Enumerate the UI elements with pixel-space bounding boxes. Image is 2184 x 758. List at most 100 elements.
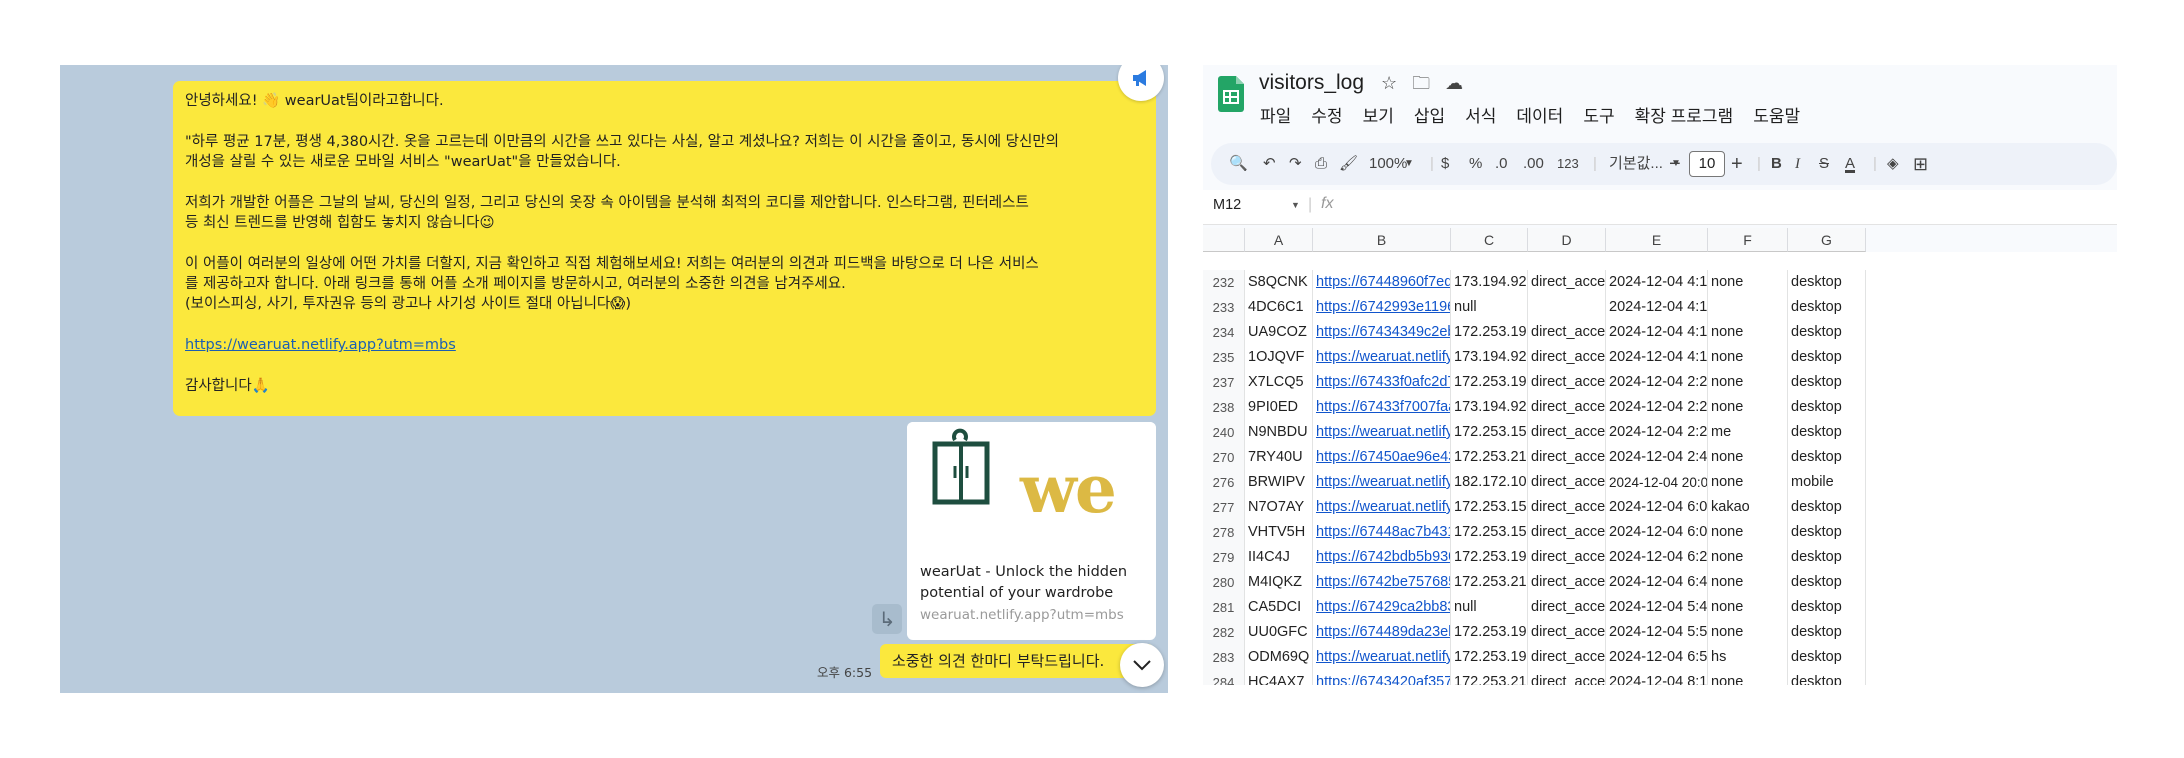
table-cell[interactable]: 2024-12-04 2:25:50 (1606, 420, 1708, 445)
table-cell[interactable]: 2024-12-04 6:04:01 (1606, 495, 1708, 520)
table-cell[interactable]: 172.253.15.227 (1451, 420, 1528, 445)
table-cell[interactable]: X7LCQ5 (1245, 370, 1313, 395)
table-cell[interactable]: 2024-12-04 4:17:30 (1606, 345, 1708, 370)
cell-link[interactable]: https://67448960f7ed4e0008a (1316, 274, 1450, 290)
borders-icon[interactable]: ⊞ (1913, 143, 1928, 185)
row-number[interactable]: 276 (1203, 470, 1245, 495)
menu-item[interactable]: 보기 (1363, 107, 1394, 126)
table-cell[interactable]: direct_access (1528, 545, 1606, 570)
table-cell[interactable]: 2024-12-04 6:27:11 (1606, 545, 1708, 570)
table-cell[interactable]: https://wearuat.netlify.app/?ut (1313, 645, 1451, 670)
column-header[interactable]: A (1245, 228, 1313, 252)
table-cell[interactable]: none (1708, 270, 1788, 295)
table-cell[interactable]: 9PI0ED (1245, 395, 1313, 420)
table-cell[interactable]: https://67433f7007faae00082 (1313, 395, 1451, 420)
table-cell[interactable]: ODM69Q (1245, 645, 1313, 670)
table-cell[interactable]: 4DC6C1 (1245, 295, 1313, 320)
table-cell[interactable]: 172.253.192.253 (1451, 645, 1528, 670)
table-cell[interactable]: 2024-12-04 5:43:22 (1606, 595, 1708, 620)
table-cell[interactable]: direct_access (1528, 395, 1606, 420)
table-cell[interactable]: https://wearuat.netlify.app/?ut (1313, 420, 1451, 445)
document-title[interactable]: visitors_log (1259, 71, 1364, 95)
table-cell[interactable]: direct_access (1528, 345, 1606, 370)
column-header[interactable]: F (1708, 228, 1788, 252)
table-cell[interactable]: direct_access (1528, 620, 1606, 645)
column-header[interactable]: C (1451, 228, 1528, 252)
table-cell[interactable]: direct_access (1528, 270, 1606, 295)
star-icon[interactable]: ☆ (1381, 73, 1397, 93)
table-cell[interactable]: II4C4J (1245, 545, 1313, 570)
table-cell[interactable]: desktop (1788, 545, 1866, 570)
table-cell[interactable]: BRWIPV (1245, 470, 1313, 495)
row-number[interactable]: 278 (1203, 520, 1245, 545)
print-icon[interactable]: ⎙ (1315, 143, 1327, 185)
table-cell[interactable]: UA9COZ (1245, 320, 1313, 345)
table-cell[interactable]: none (1708, 395, 1788, 420)
table-cell[interactable]: 2024-12-04 6:41:47 (1606, 570, 1708, 595)
undo-icon[interactable]: ↶ (1263, 143, 1276, 185)
table-cell[interactable]: desktop (1788, 595, 1866, 620)
cell-link[interactable]: https://wearuat.netlify.app/?ref (1316, 349, 1450, 365)
table-cell[interactable]: none (1708, 520, 1788, 545)
menu-item[interactable]: 파일 (1260, 107, 1291, 126)
table-cell[interactable]: direct_access (1528, 520, 1606, 545)
row-number[interactable]: 284 (1203, 670, 1245, 685)
table-cell[interactable]: desktop (1788, 270, 1866, 295)
search-icon[interactable]: 🔍 (1229, 143, 1248, 185)
column-header[interactable]: G (1788, 228, 1866, 252)
table-cell[interactable]: https://wearuat.netlify.app/?ut (1313, 495, 1451, 520)
table-cell[interactable]: 2024-12-04 20:01:13 (1606, 470, 1708, 495)
redo-icon[interactable]: ↷ (1289, 143, 1302, 185)
table-cell[interactable]: https://67433f0afc2d710008b (1313, 370, 1451, 395)
italic-button[interactable]: I (1795, 143, 1800, 185)
table-cell[interactable]: 2024-12-04 6:04:32 (1606, 520, 1708, 545)
font-select[interactable]: 기본값... (1609, 143, 1663, 185)
cell-link[interactable]: https://wearuat.netlify.app/?ut (1316, 499, 1450, 515)
table-cell[interactable]: 7RY40U (1245, 445, 1313, 470)
table-cell[interactable]: https://67448960f7ed4e0008a (1313, 270, 1451, 295)
corner-header[interactable] (1203, 228, 1245, 252)
row-number[interactable]: 277 (1203, 495, 1245, 520)
table-cell[interactable]: 172.253.192.124 (1451, 370, 1528, 395)
table-cell[interactable]: UU0GFC (1245, 620, 1313, 645)
table-cell[interactable]: 1OJQVF (1245, 345, 1313, 370)
table-cell[interactable]: 2024-12-04 8:18:48 (1606, 670, 1708, 685)
table-cell[interactable]: direct_access (1528, 470, 1606, 495)
decrease-decimal-button[interactable]: .0 (1495, 143, 1508, 185)
cell-link[interactable]: https://6742993e11969400088 (1316, 299, 1450, 315)
paint-format-icon[interactable]: 🖌 (1339, 143, 1358, 185)
column-header[interactable]: D (1528, 228, 1606, 252)
row-number[interactable]: 237 (1203, 370, 1245, 395)
cell-link[interactable]: https://6742be7576857a0008 (1316, 574, 1450, 590)
table-cell[interactable]: 172.253.192.118 (1451, 545, 1528, 570)
menu-item[interactable]: 도구 (1583, 107, 1614, 126)
menu-item[interactable]: 확장 프로그램 (1635, 107, 1734, 126)
table-cell[interactable]: VHTV5H (1245, 520, 1313, 545)
cell-link[interactable]: https://67448ac7b431f000084 (1316, 524, 1450, 540)
table-cell[interactable]: https://6742bdb5b930f600088 (1313, 545, 1451, 570)
table-cell[interactable]: CA5DCI (1245, 595, 1313, 620)
move-folder-icon[interactable]: 🗀 (1412, 73, 1430, 93)
table-cell[interactable]: desktop (1788, 320, 1866, 345)
table-cell[interactable]: me (1708, 420, 1788, 445)
row-number[interactable]: 232 (1203, 270, 1245, 295)
cell-link[interactable]: https://67433f7007faae00082 (1316, 399, 1450, 415)
row-number[interactable]: 283 (1203, 645, 1245, 670)
table-cell[interactable]: 2024-12-04 2:20:33 (1606, 395, 1708, 420)
strikethrough-button[interactable]: S (1819, 143, 1829, 185)
name-box-chevron-icon[interactable]: ▼ (1291, 200, 1300, 210)
table-cell[interactable]: https://674489da23eba70009 (1313, 620, 1451, 645)
table-cell[interactable]: S8QCNK (1245, 270, 1313, 295)
table-cell[interactable]: 2024-12-04 2:41:28 (1606, 445, 1708, 470)
row-number[interactable]: 238 (1203, 395, 1245, 420)
table-cell[interactable]: direct_access (1528, 445, 1606, 470)
table-cell[interactable]: 2024-12-04 6:59:19 (1606, 645, 1708, 670)
table-cell[interactable]: direct_access (1528, 595, 1606, 620)
table-cell[interactable]: https://67434349c2ebce00087 (1313, 320, 1451, 345)
number-format-button[interactable]: 123 (1557, 143, 1579, 185)
menu-item[interactable]: 서식 (1465, 107, 1496, 126)
table-cell[interactable]: desktop (1788, 520, 1866, 545)
font-size-input[interactable]: 10 (1689, 151, 1725, 177)
cell-link[interactable]: https://wearuat.netlify.app/ (1316, 474, 1450, 490)
row-number[interactable]: 280 (1203, 570, 1245, 595)
